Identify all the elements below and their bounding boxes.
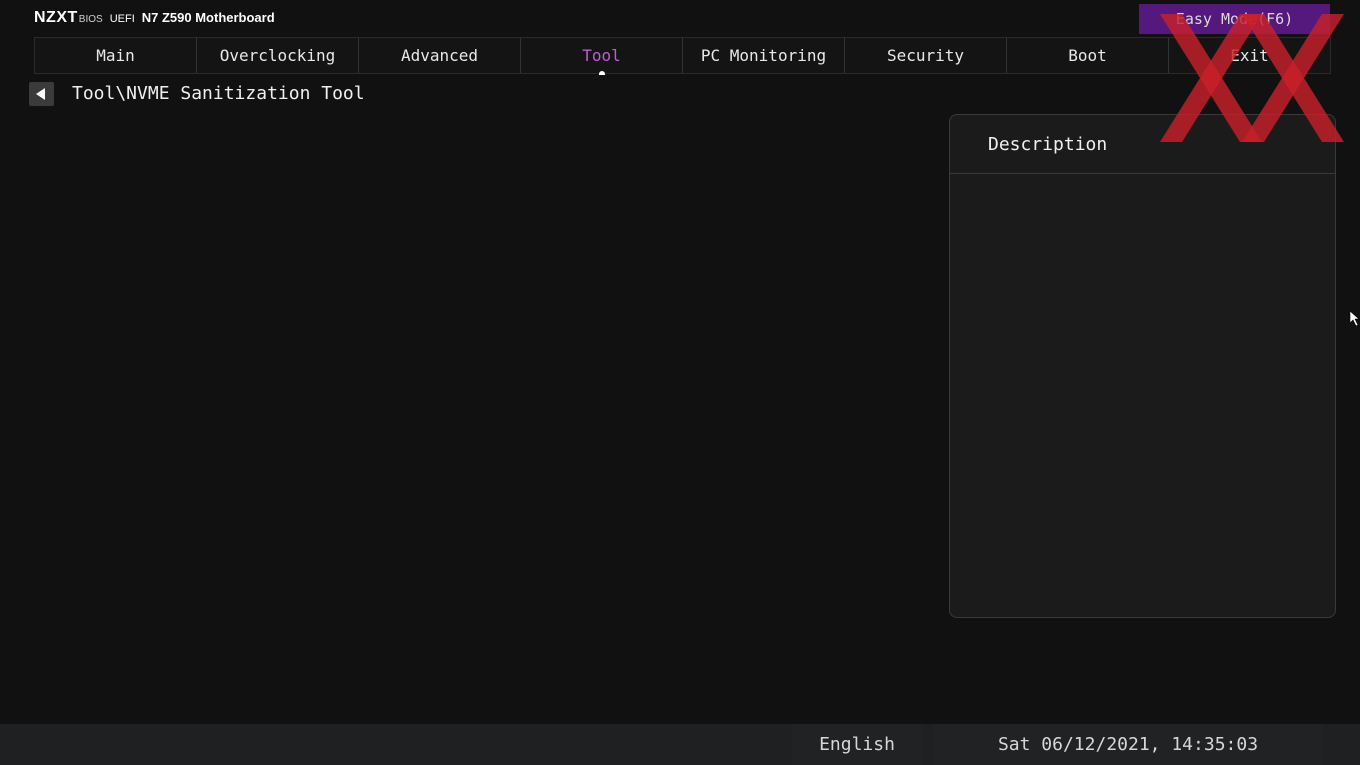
tab-label: Security [886, 46, 965, 65]
system-datetime: Sat 06/12/2021, 14:35:03 [933, 724, 1323, 765]
tab-overclocking[interactable]: Overclocking [196, 38, 358, 73]
back-button[interactable] [29, 82, 54, 106]
uefi-label: UEFI [109, 13, 135, 25]
tab-boot[interactable]: Boot [1006, 38, 1168, 73]
tab-label: Advanced [400, 46, 479, 65]
tab-pc-monitoring[interactable]: PC Monitoring [682, 38, 844, 73]
tab-tool[interactable]: Tool [520, 38, 682, 75]
status-bar: English Sat 06/12/2021, 14:35:03 [0, 724, 1360, 765]
bios-screen: NZXT BIOS UEFI N7 Z590 Motherboard Easy … [0, 0, 1360, 765]
tab-advanced[interactable]: Advanced [358, 38, 520, 73]
tab-main[interactable]: Main [34, 38, 196, 73]
tab-label: Overclocking [219, 46, 336, 65]
tab-security[interactable]: Security [844, 38, 1006, 73]
brand-header: NZXT BIOS UEFI N7 Z590 Motherboard [34, 9, 275, 29]
breadcrumb: Tool\NVME Sanitization Tool [72, 83, 365, 104]
nzxt-logo: NZXT [34, 9, 78, 26]
tab-label: PC Monitoring [700, 46, 827, 65]
tab-label: Exit [1230, 46, 1269, 65]
bios-label: BIOS [78, 14, 103, 25]
easy-mode-button[interactable]: Easy Mode(F6) [1139, 4, 1330, 34]
back-arrow-icon [36, 88, 45, 100]
tab-label: Tool [582, 46, 621, 65]
mouse-cursor-icon [1350, 311, 1360, 327]
tab-label: Boot [1068, 46, 1107, 65]
active-tab-indicator [598, 71, 605, 75]
main-tab-bar: Main Overclocking Advanced Tool PC Monit… [34, 37, 1331, 75]
language-selector[interactable]: English [792, 724, 922, 765]
tab-label: Main [96, 46, 135, 65]
motherboard-model: N7 Z590 Motherboard [141, 10, 275, 25]
description-panel: Description [949, 114, 1336, 618]
description-title: Description [950, 115, 1335, 174]
tab-exit[interactable]: Exit [1168, 38, 1331, 73]
